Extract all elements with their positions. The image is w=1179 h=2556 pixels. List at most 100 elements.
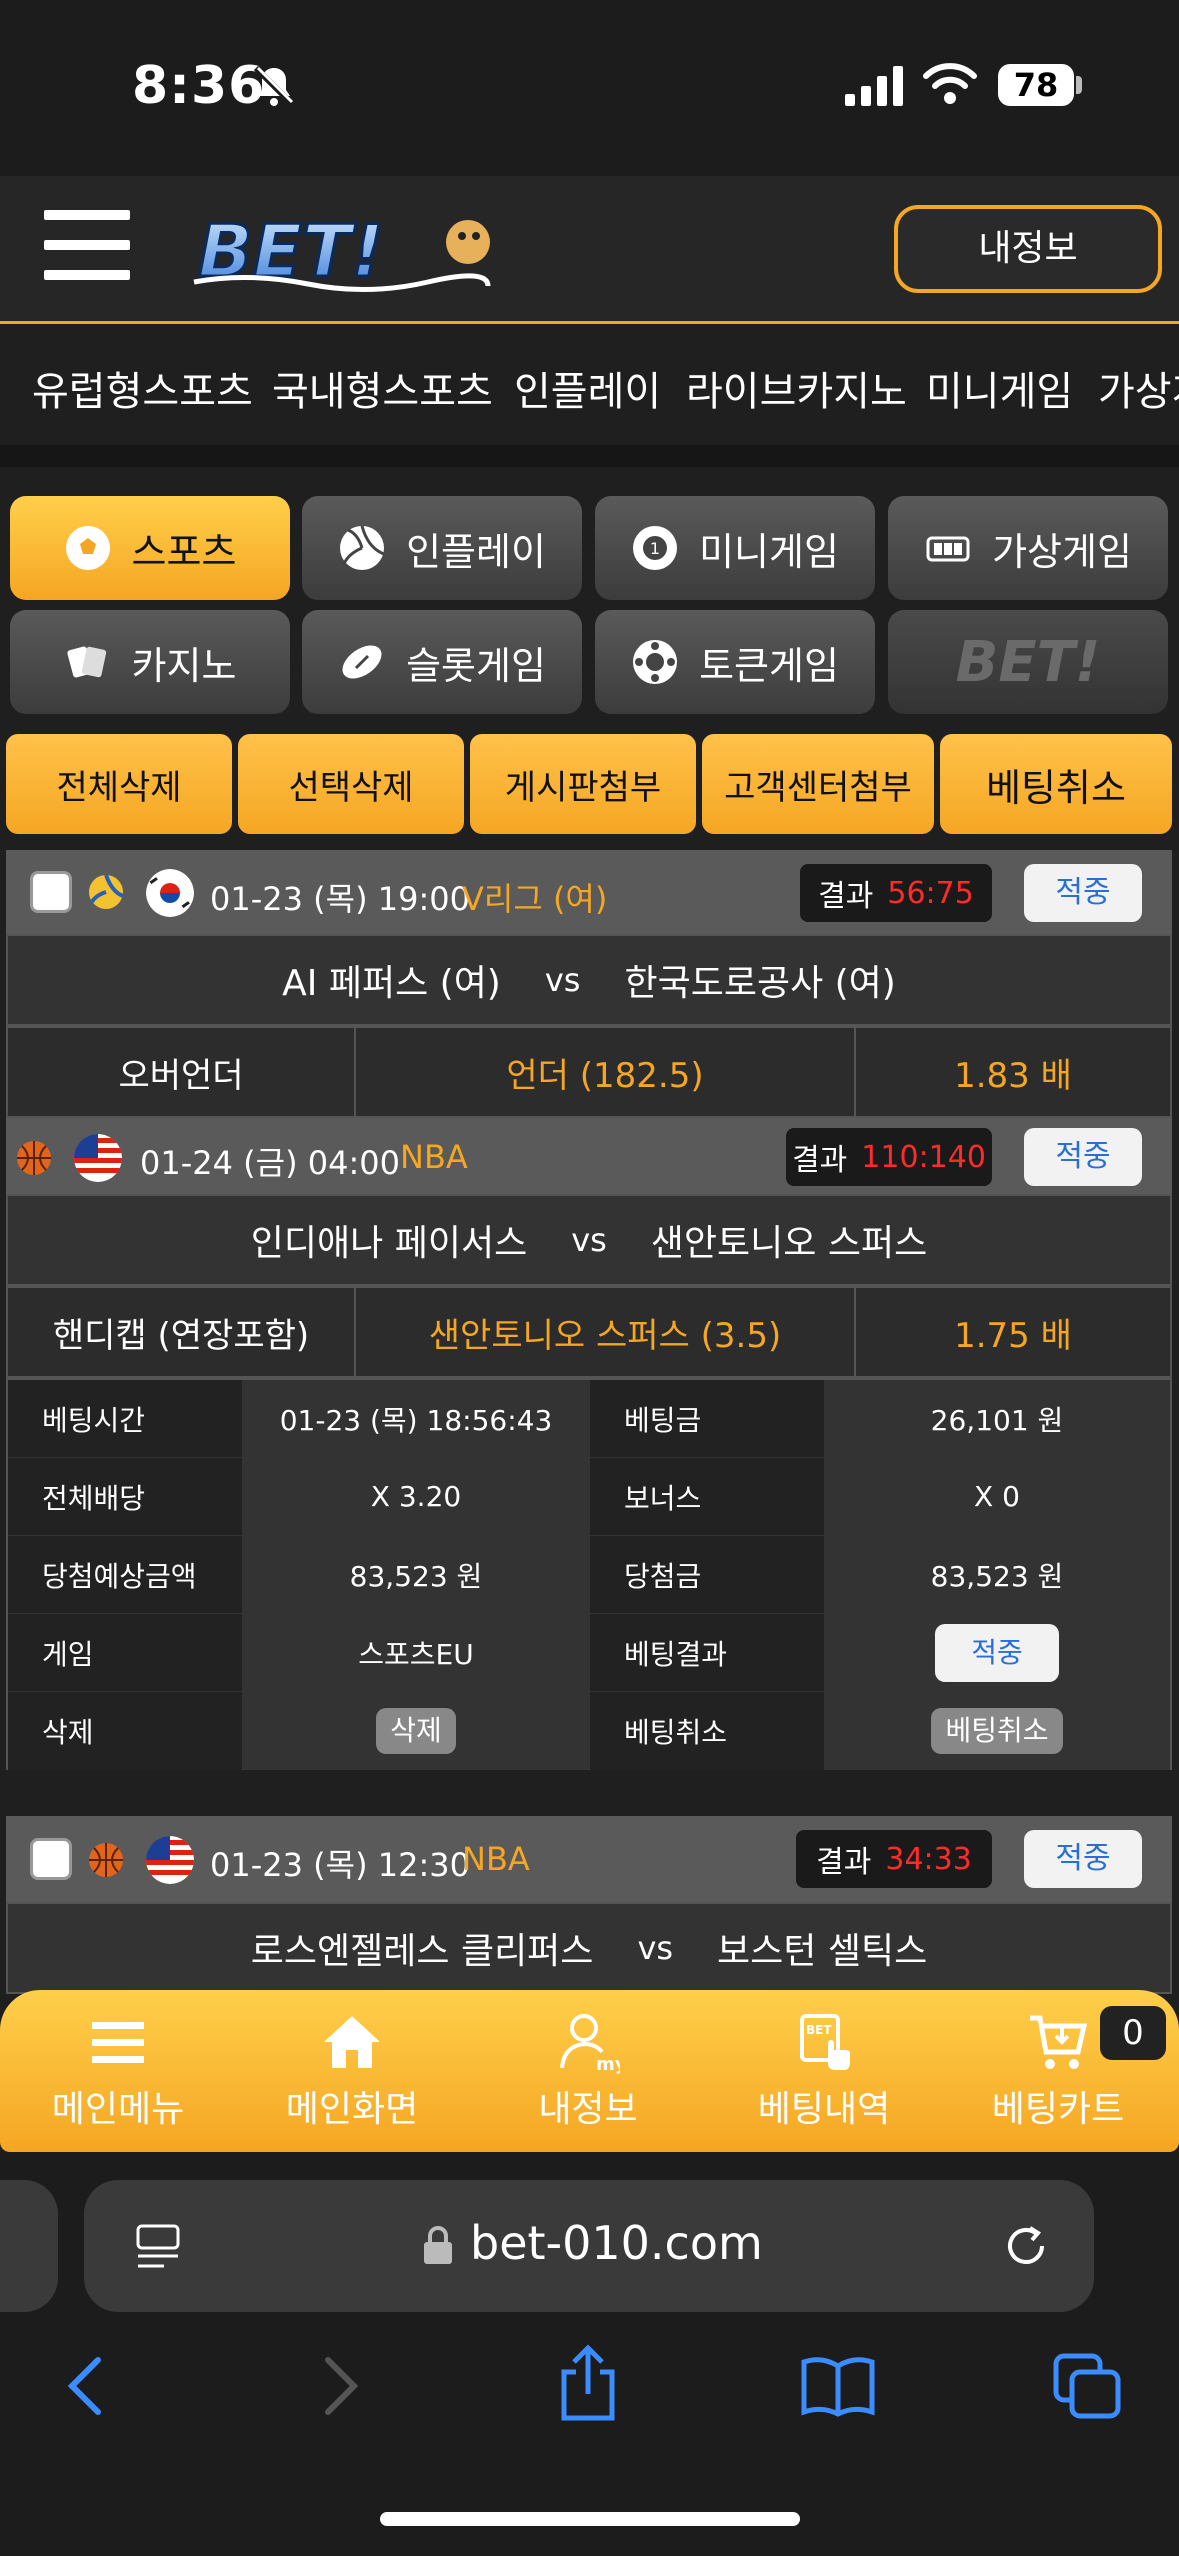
basketball-icon (17, 1141, 51, 1175)
category-inplay[interactable]: 인플레이 (302, 496, 582, 600)
svg-text:1: 1 (650, 539, 660, 558)
bet-select-checkbox[interactable] (30, 1838, 72, 1880)
virtual-game-icon (926, 536, 970, 562)
reload-icon[interactable] (1000, 2220, 1052, 2272)
home-team: 로스엔젤레스 클리퍼스 (250, 1931, 594, 1972)
bet-amount-value: 26,101 원 (824, 1380, 1170, 1458)
delete-cell: 삭제 (242, 1692, 590, 1770)
delete-all-button[interactable]: 전체삭제 (6, 734, 232, 834)
category-casino[interactable]: 카지노 (10, 610, 290, 714)
bottom-nav-label: 내정보 (538, 2089, 638, 2130)
home-indicator (380, 2512, 800, 2526)
bottom-nav-label: 베팅내역 (757, 2089, 891, 2130)
top-nav: 유럽형스포츠 국내형스포츠 인플레이 라이브카지노 미니게임 가상게 (0, 327, 1179, 445)
forward-icon[interactable] (318, 2354, 362, 2418)
vs-label: vs (544, 961, 581, 999)
bet-status-button[interactable]: 적중 (1024, 1830, 1142, 1888)
bottom-nav-label: 메인메뉴 (51, 2089, 185, 2130)
home-team: AI 페퍼스 (여) (282, 963, 501, 1004)
attach-board-button[interactable]: 게시판첨부 (470, 734, 696, 834)
category-virtual-game[interactable]: 가상게임 (888, 496, 1168, 600)
bet-result-button[interactable]: 적중 (935, 1623, 1059, 1682)
usa-flag-icon (74, 1134, 122, 1182)
clock: 8:36 (132, 56, 266, 116)
bookmarks-icon[interactable] (800, 2354, 876, 2418)
bottom-nav-main-menu[interactable]: 메인메뉴 (18, 2010, 218, 2132)
category-label: 인플레이 (406, 529, 546, 574)
bottom-nav-home[interactable]: 메인화면 (252, 2010, 452, 2132)
mini-game-icon: 1 (633, 526, 678, 570)
bet-datetime: 01-23 (목) 12:30 (210, 1846, 470, 1884)
result-box: 결과 56:75 (800, 864, 992, 922)
nav-virtual-game[interactable]: 가상게 (1098, 359, 1179, 417)
korea-flag-icon (146, 869, 194, 917)
nav-divider (0, 445, 1179, 467)
reader-mode-icon[interactable] (134, 2222, 186, 2274)
bottom-nav-bet-history[interactable]: BET 베팅내역 (724, 2010, 924, 2132)
bet-league: NBA (462, 1840, 530, 1878)
token-icon (633, 640, 678, 684)
bet-time-label: 베팅시간 (8, 1380, 242, 1458)
bet-league: V리그 (여) (462, 880, 608, 918)
result-label: 결과 (792, 1143, 848, 1178)
category-label: 토큰게임 (699, 643, 839, 688)
expected-win-value: 83,523 원 (242, 1536, 590, 1614)
bet-odds: 1.83 배 (954, 1055, 1072, 1096)
url-text: bet-010.com (470, 2216, 763, 2270)
match-row: 로스엔젤레스 클리퍼스 vs 보스턴 셀틱스 (6, 1902, 1172, 1994)
previous-tab-pill[interactable] (0, 2180, 58, 2312)
site-logo[interactable]: BET! (188, 202, 508, 298)
bet-status-button[interactable]: 적중 (1024, 1128, 1142, 1186)
market-type: 핸디캡 (연장포함) (8, 1288, 356, 1376)
cancel-button[interactable]: 베팅취소 (931, 1708, 1063, 1754)
hamburger-menu-icon[interactable] (44, 210, 130, 280)
nav-inplay[interactable]: 인플레이 (514, 359, 661, 417)
category-label: 슬롯게임 (406, 643, 546, 688)
bottom-nav-myinfo[interactable]: my 내정보 (488, 2010, 688, 2132)
bottom-nav: 메인메뉴 메인화면 my 내정보 BET 베팅내역 베팅카트 (0, 1990, 1179, 2152)
myinfo-button[interactable]: 내정보 (894, 205, 1162, 293)
result-score: 34:33 (885, 1841, 972, 1877)
tabs-icon[interactable] (1052, 2352, 1124, 2420)
menu-icon (92, 2022, 144, 2063)
bet-datetime: 01-23 (목) 19:00 (210, 880, 470, 918)
nav-mini-game[interactable]: 미니게임 (926, 359, 1073, 417)
basketball-icon (89, 1843, 123, 1877)
bet-details-table: 베팅시간 01-23 (목) 18:56:43 베팅금 26,101 원 전체배… (6, 1378, 1172, 1770)
attach-support-button[interactable]: 고객센터첨부 (702, 734, 934, 834)
home-icon (324, 2016, 380, 2068)
delete-button[interactable]: 삭제 (376, 1708, 456, 1754)
share-icon[interactable] (556, 2344, 620, 2424)
odds-row: 오버언더 언더 (182.5) 1.83 배 (6, 1026, 1172, 1118)
category-mini-game[interactable]: 1 미니게임 (595, 496, 875, 600)
nav-live-casino[interactable]: 라이브카지노 (686, 359, 907, 417)
usa-flag-icon (146, 1836, 194, 1884)
svg-text:BET: BET (806, 2023, 832, 2037)
category-bet-logo[interactable]: BET! (888, 610, 1168, 714)
cancel-bet-button[interactable]: 베팅취소 (940, 734, 1172, 834)
bottom-nav-label: 메인화면 (285, 2089, 419, 2130)
win-amount-value: 83,523 원 (824, 1536, 1170, 1614)
volleyball-icon (89, 874, 124, 909)
win-amount-label: 당첨금 (590, 1536, 824, 1614)
category-slot-game[interactable]: 슬롯게임 (302, 610, 582, 714)
bet-datetime: 01-24 (금) 04:00 (140, 1144, 400, 1182)
bet-status-button[interactable]: 적중 (1024, 864, 1142, 922)
bet-select-checkbox[interactable] (30, 871, 72, 913)
expected-win-label: 당첨예상금액 (8, 1536, 242, 1614)
bet-pick: 샌안토니오 스퍼스 (3.5) (356, 1288, 856, 1376)
cards-icon (66, 646, 106, 678)
match-row: 인디애나 페이서스 vs 샌안토니오 스퍼스 (6, 1194, 1172, 1286)
bet-odds: 1.75 배 (954, 1315, 1072, 1356)
category-token-game[interactable]: 토큰게임 (595, 610, 875, 714)
category-sports[interactable]: 스포츠 (10, 496, 290, 600)
back-icon[interactable] (64, 2354, 108, 2418)
bet-pick: 언더 (182.5) (356, 1028, 856, 1116)
nav-european-sports[interactable]: 유럽형스포츠 (32, 359, 253, 417)
nav-domestic-sports[interactable]: 국내형스포츠 (272, 359, 493, 417)
category-label: 미니게임 (699, 529, 839, 574)
cancel-cell: 베팅취소 (824, 1692, 1170, 1770)
football-icon (342, 645, 382, 679)
cellular-signal-icon (845, 66, 903, 106)
delete-selected-button[interactable]: 선택삭제 (238, 734, 464, 834)
